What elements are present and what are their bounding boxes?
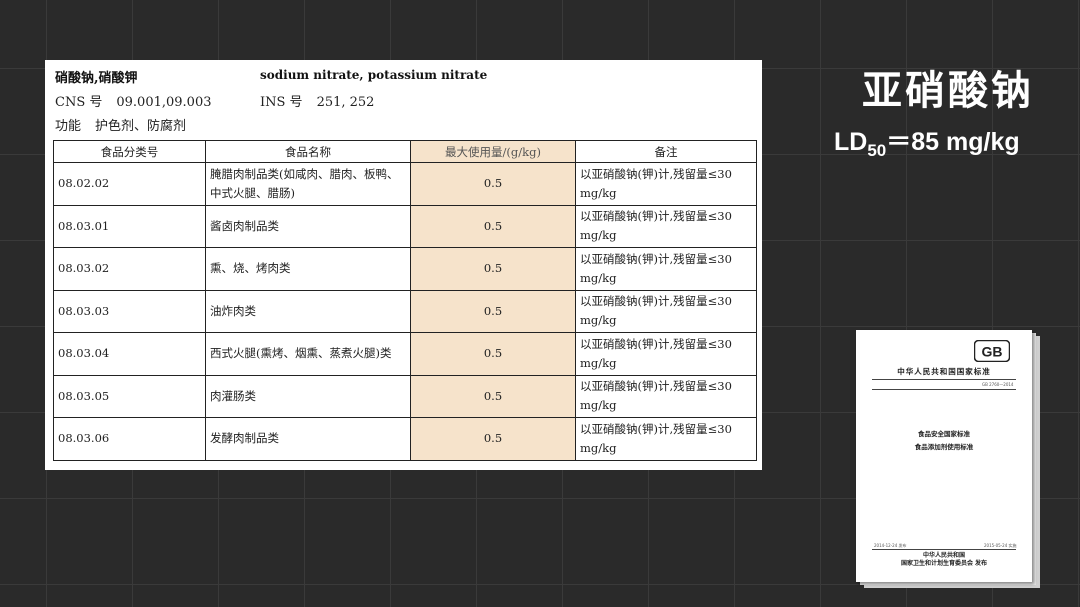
- additive-name-cn: 硝酸钠,硝酸钾: [55, 71, 138, 86]
- cell-name: 酱卤肉制品类: [205, 204, 411, 248]
- cell-name: 熏、烧、烤肉类: [205, 247, 411, 291]
- cell-max: 0.5: [410, 162, 576, 206]
- header-max-usage: 最大使用量/(g/kg): [410, 140, 576, 163]
- additive-name-en: sodium nitrate, potassium nitrate: [260, 68, 488, 82]
- book-divider: [872, 389, 1016, 390]
- cell-note: 以亚硝酸钠(钾)计,残留量≤30 mg/kg: [575, 162, 757, 206]
- cell-max: 0.5: [410, 204, 576, 248]
- ins-label: INS 号: [260, 95, 303, 110]
- cns-label: CNS 号: [55, 95, 103, 110]
- cell-max: 0.5: [410, 374, 576, 418]
- ins-number: INS 号 251, 252: [260, 91, 374, 110]
- table-row: 08.03.03 油炸肉类 0.5 以亚硝酸钠(钾)计,残留量≤30 mg/kg: [53, 289, 757, 333]
- cell-code: 08.03.03: [53, 289, 206, 333]
- header-category-code: 食品分类号: [53, 140, 206, 163]
- book-code: GB 2760—2014: [982, 382, 1014, 387]
- cell-note: 以亚硝酸钠(钾)计,残留量≤30 mg/kg: [575, 247, 757, 291]
- cell-name: 腌腊肉制品类(如咸肉、腊肉、板鸭、中式火腿、腊肠): [205, 162, 411, 206]
- cns-value: 09.001,09.003: [116, 95, 212, 110]
- cell-code: 08.03.06: [53, 417, 206, 461]
- book-publisher-line2: 国家卫生和计划生育委员会 发布: [900, 560, 988, 567]
- cell-max: 0.5: [410, 332, 576, 376]
- cell-name: 油炸肉类: [205, 289, 411, 333]
- cell-note: 以亚硝酸钠(钾)计,残留量≤30 mg/kg: [575, 417, 757, 461]
- book-organization: 中华人民共和国国家标准: [897, 367, 991, 376]
- book-divider: [872, 379, 1016, 380]
- table-header-row: 食品分类号 食品名称 最大使用量/(g/kg) 备注: [53, 140, 757, 163]
- cell-name: 西式火腿(熏烤、烟熏、蒸煮火腿)类: [205, 332, 411, 376]
- book-divider: [872, 549, 1016, 550]
- cns-number: CNS 号 09.001,09.003: [55, 91, 211, 110]
- standard-excerpt-panel: 硝酸钠,硝酸钾 sodium nitrate, potassium nitrat…: [45, 60, 762, 470]
- header-remarks: 备注: [575, 140, 757, 163]
- book-publisher-line1: 中华人民共和国: [922, 552, 965, 559]
- function-label: 功能: [55, 119, 82, 134]
- cell-code: 08.02.02: [53, 162, 206, 206]
- table-row: 08.03.02 熏、烧、烤肉类 0.5 以亚硝酸钠(钾)计,残留量≤30 mg…: [53, 247, 757, 291]
- cell-max: 0.5: [410, 289, 576, 333]
- gb-standard-cover: GB 中华人民共和国国家标准 GB 2760—2014 食品安全国家标准 食品添…: [856, 330, 1032, 582]
- header-food-name: 食品名称: [205, 140, 411, 163]
- cell-code: 08.03.02: [53, 247, 206, 291]
- function-value: 护色剂、防腐剂: [95, 119, 187, 134]
- ld50-value: LD50＝85 mg/kg: [834, 122, 1020, 161]
- function-line: 功能 护色剂、防腐剂: [55, 115, 186, 134]
- gb-logo-icon: GB: [974, 340, 1010, 362]
- ld-prefix: LD: [834, 128, 868, 156]
- cell-note: 以亚硝酸钠(钾)计,残留量≤30 mg/kg: [575, 289, 757, 333]
- cell-note: 以亚硝酸钠(钾)计,残留量≤30 mg/kg: [575, 332, 757, 376]
- cell-name: 肉灌肠类: [205, 374, 411, 418]
- svg-text:GB: GB: [982, 344, 1003, 360]
- table-row: 08.03.05 肉灌肠类 0.5 以亚硝酸钠(钾)计,残留量≤30 mg/kg: [53, 374, 757, 418]
- cell-max: 0.5: [410, 417, 576, 461]
- table-row: 08.03.06 发酵肉制品类 0.5 以亚硝酸钠(钾)计,残留量≤30 mg/…: [53, 417, 757, 461]
- book-publisher: 中华人民共和国 国家卫生和计划生育委员会 发布: [856, 552, 1032, 568]
- ins-value: 251, 252: [316, 95, 375, 110]
- book-title-1: 食品安全国家标准: [918, 430, 970, 438]
- cell-note: 以亚硝酸钠(钾)计,残留量≤30 mg/kg: [575, 374, 757, 418]
- book-title-2: 食品添加剂使用标准: [914, 443, 974, 451]
- ld-subscript: 50: [867, 141, 887, 160]
- slide-title: 亚硝酸钠: [862, 68, 1034, 114]
- usage-table: 食品分类号 食品名称 最大使用量/(g/kg) 备注 08.02.02 腌腊肉制…: [53, 140, 757, 461]
- table-row: 08.03.04 西式火腿(熏烤、烟熏、蒸煮火腿)类 0.5 以亚硝酸钠(钾)计…: [53, 332, 757, 376]
- cell-code: 08.03.04: [53, 332, 206, 376]
- cell-code: 08.03.01: [53, 204, 206, 248]
- ld-amount: ＝85 mg/kg: [886, 128, 1020, 156]
- cell-name: 发酵肉制品类: [205, 417, 411, 461]
- cell-note: 以亚硝酸钠(钾)计,残留量≤30 mg/kg: [575, 204, 757, 248]
- cell-max: 0.5: [410, 247, 576, 291]
- table-row: 08.02.02 腌腊肉制品类(如咸肉、腊肉、板鸭、中式火腿、腊肠) 0.5 以…: [53, 162, 757, 206]
- table-row: 08.03.01 酱卤肉制品类 0.5 以亚硝酸钠(钾)计,残留量≤30 mg/…: [53, 204, 757, 248]
- cell-code: 08.03.05: [53, 374, 206, 418]
